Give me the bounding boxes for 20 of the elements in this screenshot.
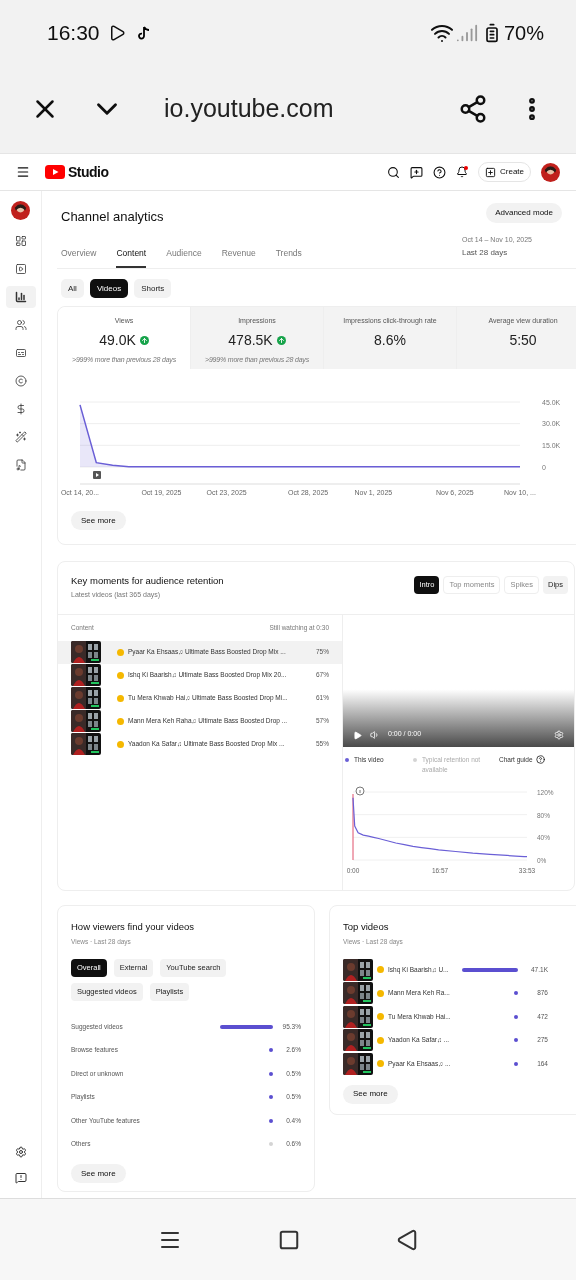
battery-percent: 70%: [503, 20, 544, 46]
filter-chip[interactable]: Shorts: [134, 279, 172, 298]
see-more-button[interactable]: See more: [71, 511, 126, 530]
page-title: Channel analytics: [61, 208, 165, 226]
card-title: Key moments for audience retention: [71, 574, 225, 588]
tab[interactable]: Revenue: [221, 247, 256, 268]
card-title: How viewers find your videos: [71, 920, 196, 934]
see-more-button[interactable]: See more: [71, 1164, 126, 1183]
tab[interactable]: Trends: [275, 247, 302, 268]
filter-chip[interactable]: Videos: [89, 279, 129, 298]
filter-chip[interactable]: All: [61, 279, 84, 298]
card-title: Top videos: [343, 920, 390, 934]
tab[interactable]: Content: [116, 247, 147, 268]
studio-logo-text: Studio: [68, 162, 109, 182]
see-more-button[interactable]: See more: [343, 1084, 398, 1104]
period-label: Last 28 days: [461, 247, 509, 259]
tab[interactable]: Audience: [166, 247, 202, 268]
tab[interactable]: Overview: [61, 247, 97, 268]
advanced-mode-button[interactable]: Advanced mode: [486, 203, 562, 223]
status-time: 16:30: [47, 19, 100, 46]
